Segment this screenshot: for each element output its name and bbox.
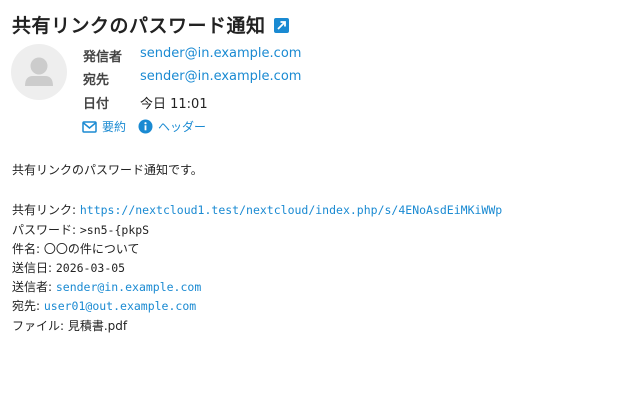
header-links: 要約 ヘッダー: [82, 118, 206, 135]
envelope-icon: [82, 120, 97, 133]
sender-avatar: [11, 44, 67, 100]
user-placeholder-icon: [25, 57, 53, 86]
password-label: パスワード:: [12, 223, 80, 237]
sender-email-link[interactable]: sender@in.example.com: [56, 280, 201, 294]
body-line-subject: 件名: 〇〇の件について: [12, 240, 140, 257]
message-subject: 共有リンクのパスワード通知: [12, 14, 266, 37]
summary-link-label: 要約: [102, 120, 127, 134]
date-value: 今日 11:01: [140, 97, 208, 112]
body-line-password: パスワード: >sn5-{pkpS: [12, 221, 149, 238]
info-icon: [138, 119, 153, 134]
to-address-link[interactable]: sender@in.example.com: [140, 69, 301, 84]
file-label: ファイル:: [12, 319, 68, 333]
recipient-label: 宛先:: [12, 299, 44, 313]
body-line-share-link: 共有リンク: https://nextcloud1.test/nextcloud…: [12, 201, 502, 218]
headers-link-label: ヘッダー: [158, 120, 207, 134]
external-link-icon[interactable]: [273, 17, 289, 33]
password-value: >sn5-{pkpS: [79, 223, 150, 237]
body-line-recipient: 宛先: user01@out.example.com: [12, 297, 196, 314]
sent-date-value: 2026-03-05: [55, 261, 126, 275]
from-address-link[interactable]: sender@in.example.com: [140, 46, 301, 61]
date-label: 日付: [83, 97, 110, 112]
sender-label: 送信者:: [12, 280, 56, 294]
message-title-row: 共有リンクのパスワード通知: [12, 10, 289, 38]
share-link-label: 共有リンク:: [12, 203, 80, 217]
message-intro: 共有リンクのパスワード通知です。: [12, 163, 203, 177]
subject-line-value: 〇〇の件について: [43, 242, 140, 256]
body-line-sender: 送信者: sender@in.example.com: [12, 278, 201, 295]
to-label: 宛先: [83, 73, 110, 88]
headers-link[interactable]: ヘッダー: [138, 118, 206, 135]
share-link-url[interactable]: https://nextcloud1.test/nextcloud/index.…: [80, 203, 502, 217]
summary-link[interactable]: 要約: [82, 118, 126, 135]
file-name: 見積書.pdf: [67, 319, 128, 333]
sent-date-label: 送信日:: [12, 261, 56, 275]
body-line-file: ファイル: 見積書.pdf: [12, 317, 127, 334]
subject-line-label: 件名:: [12, 242, 44, 256]
recipient-email-link[interactable]: user01@out.example.com: [44, 299, 196, 313]
from-label: 発信者: [83, 50, 123, 65]
body-line-sent-date: 送信日: 2026-03-05: [12, 259, 125, 276]
